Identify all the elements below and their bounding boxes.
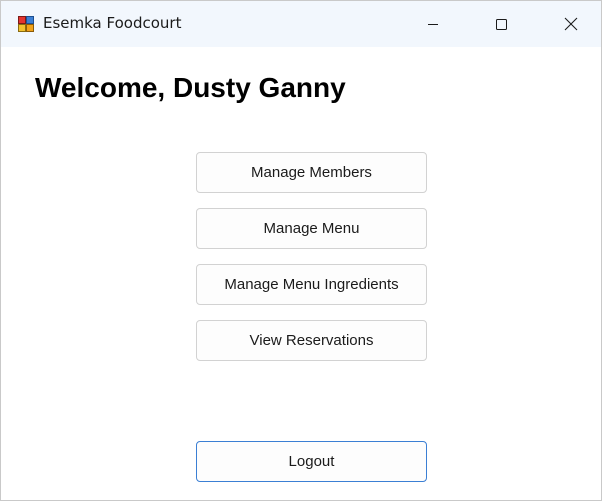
view-reservations-button[interactable]: View Reservations (196, 320, 427, 361)
maximize-button[interactable] (478, 1, 524, 47)
title-bar[interactable]: Esemka Foodcourt (1, 1, 601, 47)
app-window: Esemka Foodcourt Welcome, Dusty Ganny Ma… (0, 0, 602, 501)
close-icon (564, 17, 578, 31)
minimize-icon (427, 18, 439, 30)
window-title: Esemka Foodcourt (43, 14, 182, 32)
manage-members-button[interactable]: Manage Members (196, 152, 427, 193)
main-form: Welcome, Dusty Ganny Manage Members Mana… (1, 47, 601, 500)
welcome-heading: Welcome, Dusty Ganny (35, 72, 346, 103)
minimize-button[interactable] (410, 1, 456, 47)
manage-menu-button[interactable]: Manage Menu (196, 208, 427, 249)
app-icon (18, 16, 34, 32)
maximize-icon (495, 18, 507, 30)
logout-button[interactable]: Logout (196, 441, 427, 482)
manage-menu-ingredients-button[interactable]: Manage Menu Ingredients (196, 264, 427, 305)
close-button[interactable] (548, 1, 594, 47)
